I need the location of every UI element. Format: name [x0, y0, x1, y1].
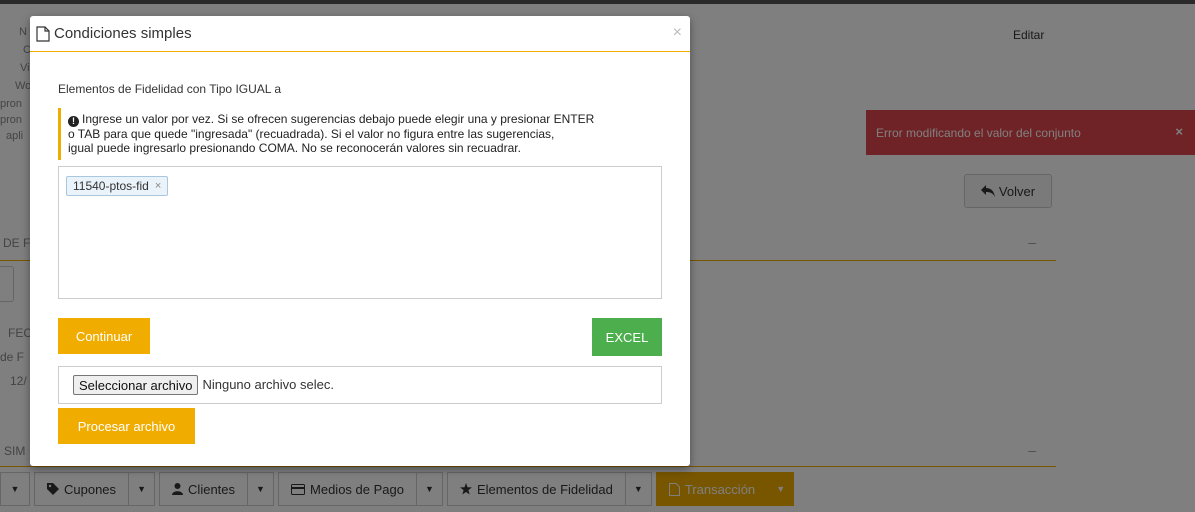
- bg-fragment: N: [19, 26, 27, 38]
- bg-fragment: DE F: [3, 236, 31, 250]
- excel-button[interactable]: EXCEL: [592, 318, 662, 356]
- bg-fragment: de F: [0, 350, 25, 364]
- bg-fragment: Wo: [15, 80, 32, 92]
- modal-title-text: Condiciones simples: [54, 25, 192, 42]
- bg-fragment: SIM: [4, 444, 26, 458]
- value-tag-label: 11540-ptos-fid: [73, 179, 149, 193]
- info-line-2: o TAB para que quede "ingresada" (recuad…: [68, 127, 555, 141]
- info-line-1: ! Ingrese un valor por vez. Si se ofrecen…: [68, 112, 662, 127]
- file-status-text: Ninguno archivo selec.: [202, 377, 334, 392]
- info-icon: !: [68, 116, 79, 127]
- bg-fragment: 12/: [10, 374, 27, 388]
- bg-fragment: FEC: [8, 326, 32, 340]
- info-text: Ingrese un valor por vez. Si se ofrecen …: [82, 112, 595, 126]
- conditions-modal: Condiciones simples × Elementos de Fidel…: [30, 16, 690, 466]
- value-tag: 11540-ptos-fid ×: [66, 176, 169, 196]
- bg-fragment: apli: [6, 130, 24, 142]
- condition-label: Elementos de Fidelidad con Tipo IGUAL a: [58, 82, 282, 96]
- process-file-button[interactable]: Procesar archivo: [58, 408, 195, 444]
- tag-input-area[interactable]: 11540-ptos-fid ×: [58, 166, 662, 299]
- close-icon[interactable]: ×: [673, 24, 682, 42]
- bg-fragment: Vi: [20, 62, 30, 74]
- info-line-3: igual puede ingresarlo presionando COMA.…: [68, 141, 521, 155]
- bg-fragment: pron: [0, 98, 23, 110]
- modal-title: Condiciones simples: [36, 25, 192, 42]
- continue-button[interactable]: Continuar: [58, 318, 150, 354]
- modal-header: Condiciones simples ×: [30, 16, 690, 52]
- bg-fragment: pron: [0, 114, 23, 126]
- file-upload-field: Seleccionar archivo Ninguno archivo sele…: [58, 366, 662, 404]
- info-callout: ! Ingrese un valor por vez. Si se ofrecen…: [58, 108, 662, 160]
- tag-remove-icon[interactable]: ×: [155, 180, 161, 192]
- document-icon: [36, 25, 50, 42]
- choose-file-button[interactable]: Seleccionar archivo: [73, 375, 199, 395]
